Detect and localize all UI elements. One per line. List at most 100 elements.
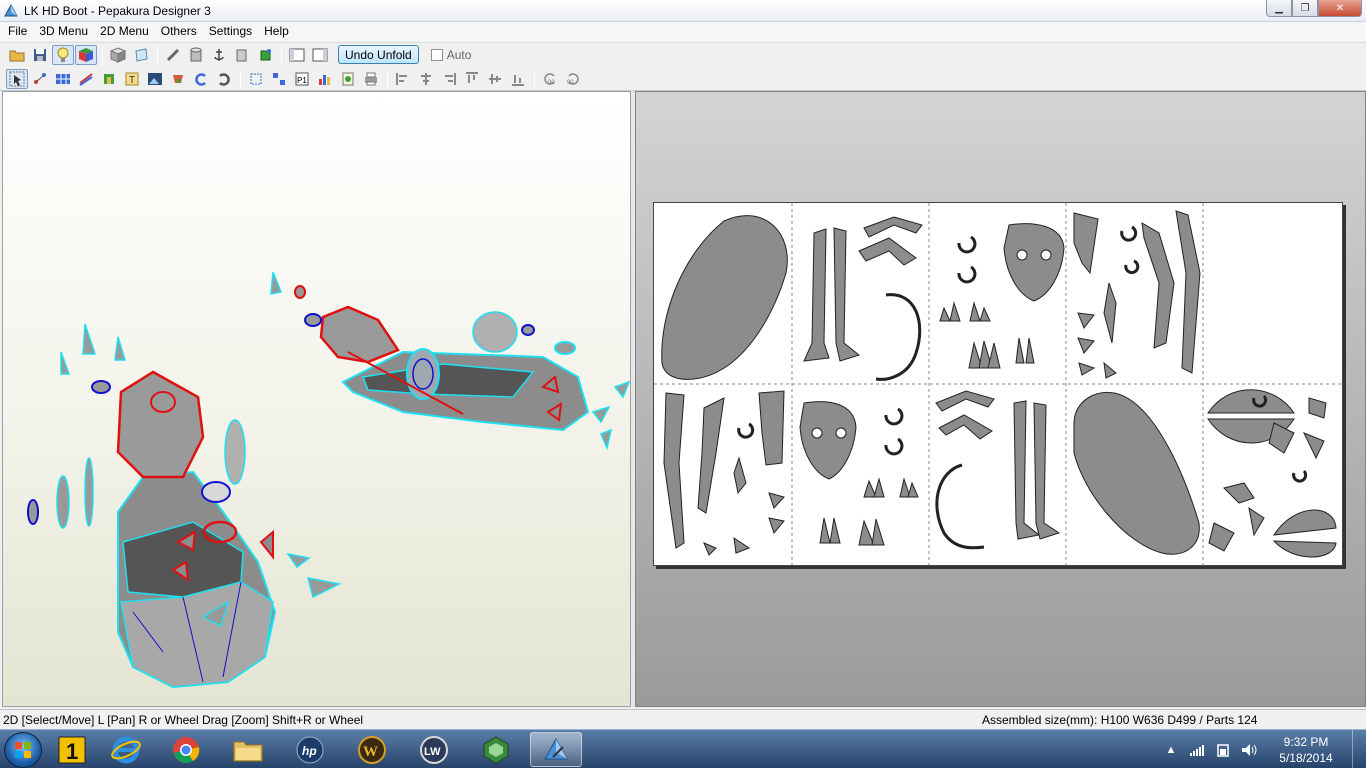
menu-3d[interactable]: 3D Menu bbox=[33, 22, 94, 41]
close-button[interactable]: ✕ bbox=[1318, 0, 1362, 17]
anchor-button[interactable] bbox=[208, 45, 230, 65]
minimize-button[interactable]: ▁ bbox=[1266, 0, 1292, 17]
page-number-button[interactable]: P1 bbox=[291, 69, 313, 89]
align-left-icon bbox=[396, 72, 407, 85]
status-bar: 2D [Select/Move] L [Pan] R or Wheel Drag… bbox=[0, 709, 1366, 729]
rotate-cw-button[interactable] bbox=[213, 69, 235, 89]
image-button[interactable] bbox=[144, 69, 166, 89]
taskbar-pepakura[interactable] bbox=[530, 732, 582, 767]
taskbar-file-explorer[interactable] bbox=[222, 732, 274, 767]
taskbar-clock[interactable]: 9:32 PM 5/18/2014 bbox=[1266, 734, 1346, 766]
menu-others[interactable]: Others bbox=[155, 22, 203, 41]
right-boot-model bbox=[270, 271, 631, 451]
menu-settings[interactable]: Settings bbox=[203, 22, 258, 41]
fit-button[interactable] bbox=[245, 69, 267, 89]
box-edit-icon bbox=[236, 49, 247, 61]
hp-icon: hp bbox=[296, 736, 324, 763]
page-8 bbox=[935, 390, 1061, 550]
select-move-button[interactable] bbox=[6, 68, 28, 89]
rotate-ccw-icon bbox=[195, 72, 206, 86]
open-button[interactable] bbox=[6, 45, 28, 65]
auto-checkbox[interactable]: Auto bbox=[430, 47, 472, 62]
single-pane-button[interactable] bbox=[286, 45, 308, 65]
taskbar-green-hex-app[interactable] bbox=[470, 732, 522, 767]
align-right-icon bbox=[445, 72, 456, 85]
double-pane-icon bbox=[312, 48, 328, 61]
auto-checkbox-box[interactable] bbox=[430, 48, 443, 61]
double-pane-button[interactable] bbox=[309, 45, 331, 65]
3d-model-view[interactable] bbox=[3, 92, 631, 706]
green-object-button[interactable] bbox=[254, 45, 276, 65]
align-left-button[interactable] bbox=[392, 69, 414, 89]
align-center-button[interactable] bbox=[415, 69, 437, 89]
cube-view-button[interactable] bbox=[107, 45, 129, 65]
pencil-button[interactable] bbox=[162, 45, 184, 65]
auto-checkbox-label: Auto bbox=[446, 47, 472, 62]
print-button[interactable] bbox=[360, 69, 382, 89]
texture-button[interactable] bbox=[75, 44, 97, 65]
arrange-button[interactable] bbox=[314, 69, 336, 89]
align-bottom-button[interactable] bbox=[507, 69, 529, 89]
rotate-left-90-button[interactable]: 90 bbox=[539, 69, 561, 89]
battery-icon[interactable] bbox=[1214, 742, 1232, 758]
taskbar-internet-explorer[interactable] bbox=[100, 732, 152, 767]
save-button[interactable] bbox=[29, 45, 51, 65]
folder-open-icon bbox=[9, 50, 25, 61]
menu-2d[interactable]: 2D Menu bbox=[94, 22, 155, 41]
rotate-ccw-button[interactable] bbox=[190, 69, 212, 89]
select-arrow-icon bbox=[9, 71, 25, 86]
taskbar-app-1[interactable]: 1 bbox=[46, 732, 98, 767]
box-edit-button[interactable] bbox=[231, 45, 253, 65]
clock-time: 9:32 PM bbox=[1283, 734, 1329, 749]
join-edges-button[interactable] bbox=[29, 69, 51, 89]
network-signal-icon[interactable] bbox=[1188, 742, 1206, 758]
flap-icon bbox=[173, 74, 183, 83]
grid-icon bbox=[56, 73, 70, 84]
flap-button[interactable] bbox=[167, 69, 189, 89]
light-bulb-icon bbox=[57, 47, 69, 62]
grid-button[interactable] bbox=[52, 69, 74, 89]
3d-view-pane[interactable] bbox=[2, 91, 631, 707]
taskbar-warcraft[interactable]: W bbox=[346, 732, 398, 767]
floppy-icon bbox=[34, 48, 46, 61]
menu-file[interactable]: File bbox=[2, 22, 33, 41]
toolbar-separator bbox=[240, 69, 241, 88]
clock-date: 5/18/2014 bbox=[1279, 750, 1333, 765]
color-lines-button[interactable] bbox=[75, 69, 97, 89]
show-hidden-icons-button[interactable]: ▲ bbox=[1162, 742, 1180, 758]
light-bulb-button[interactable] bbox=[52, 44, 74, 65]
page-number-icon: P1 bbox=[295, 72, 309, 85]
paper-sheet[interactable] bbox=[653, 202, 1343, 566]
taskbar-hp[interactable]: hp bbox=[284, 732, 336, 767]
text-t-icon: T bbox=[125, 72, 139, 86]
maximize-button[interactable]: ❐ bbox=[1292, 0, 1318, 17]
page-setup-button[interactable] bbox=[337, 69, 359, 89]
menu-help[interactable]: Help bbox=[258, 22, 295, 41]
align-top-icon bbox=[466, 71, 478, 83]
2d-view-pane[interactable] bbox=[635, 91, 1366, 707]
cylinder-icon bbox=[190, 47, 202, 61]
svg-text:1: 1 bbox=[66, 739, 78, 764]
unfolded-parts-layout[interactable] bbox=[654, 203, 1342, 565]
taskbar-livewire[interactable]: LW bbox=[408, 732, 460, 767]
paper-cube-button[interactable] bbox=[130, 45, 152, 65]
page-3 bbox=[939, 223, 1065, 369]
layout-button[interactable] bbox=[268, 69, 290, 89]
text-button[interactable]: T bbox=[121, 69, 143, 89]
show-desktop-button[interactable] bbox=[1352, 730, 1366, 768]
align-right-button[interactable] bbox=[438, 69, 460, 89]
svg-text:90: 90 bbox=[567, 80, 574, 86]
start-button[interactable] bbox=[4, 732, 42, 768]
taskbar-chrome[interactable] bbox=[160, 732, 212, 767]
align-middle-button[interactable] bbox=[484, 69, 506, 89]
cylinder-button[interactable] bbox=[185, 45, 207, 65]
fold-button[interactable] bbox=[98, 69, 120, 89]
volume-icon[interactable] bbox=[1240, 742, 1258, 758]
page-6 bbox=[663, 390, 785, 556]
align-top-button[interactable] bbox=[461, 69, 483, 89]
page-4 bbox=[1073, 210, 1201, 379]
system-tray: ▲ 9:32 PM 5/18/2014 bbox=[1158, 730, 1366, 768]
rotate-cw-icon bbox=[219, 72, 230, 86]
undo-unfold-button[interactable]: Undo Unfold bbox=[338, 45, 419, 64]
rotate-right-90-button[interactable]: 90 bbox=[562, 69, 584, 89]
